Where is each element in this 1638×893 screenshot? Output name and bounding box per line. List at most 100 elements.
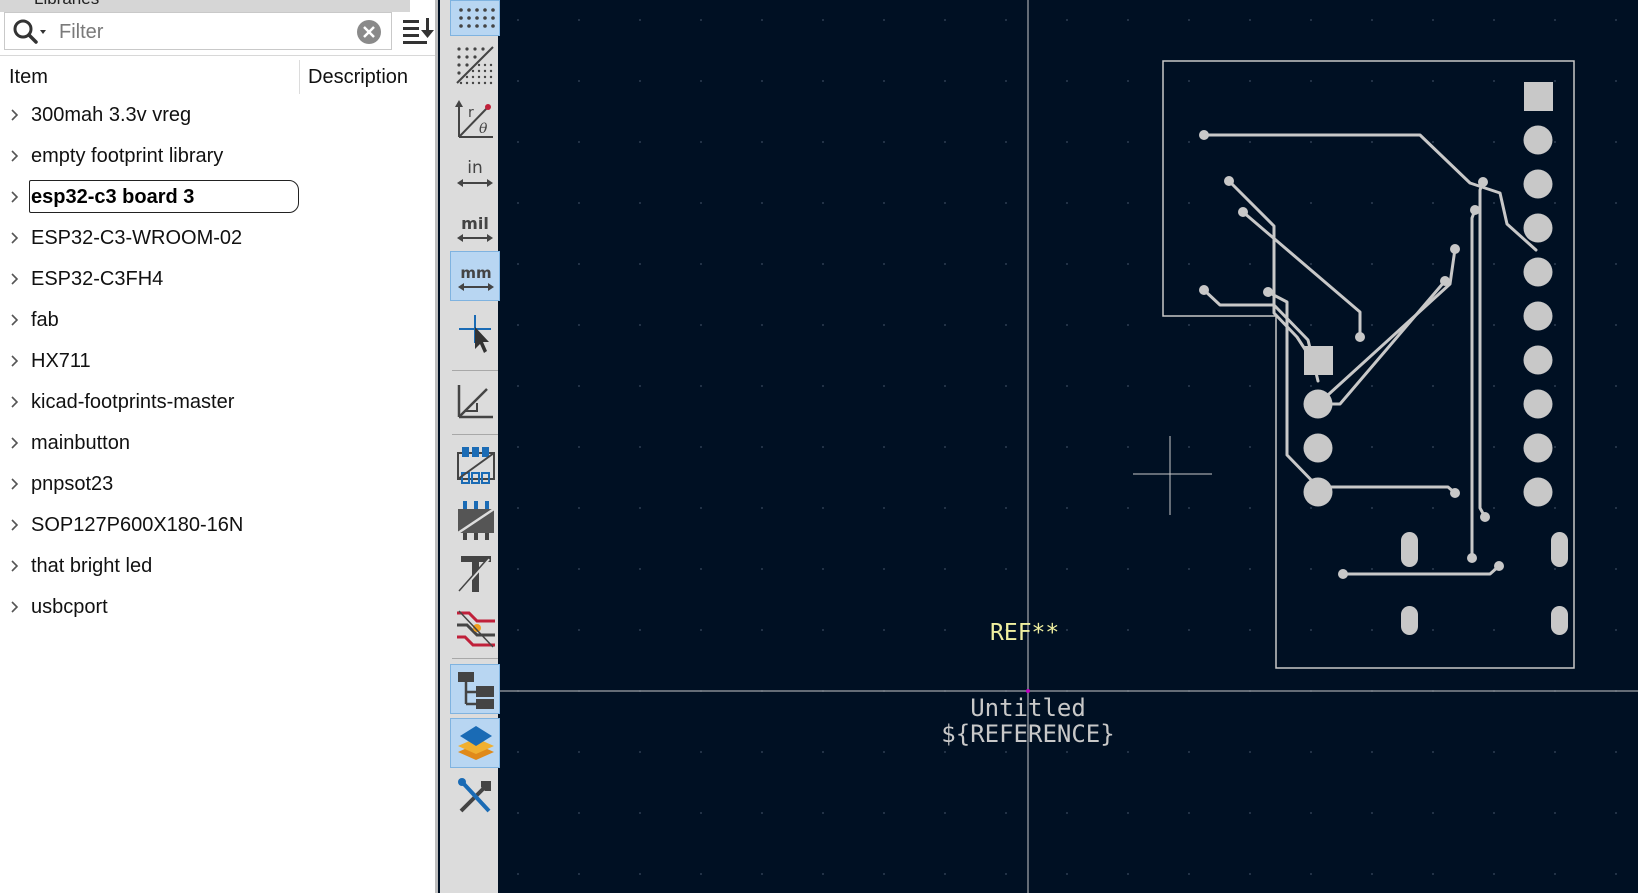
grid-dot — [1615, 751, 1617, 753]
grid-dot — [1188, 80, 1190, 82]
grid-dot — [1249, 751, 1251, 753]
grid-dot — [1310, 141, 1312, 143]
grid-dot — [1066, 202, 1068, 204]
grid-dot — [1188, 324, 1190, 326]
grid-dot — [822, 385, 824, 387]
reference-field-text[interactable]: ${REFERENCE} — [941, 720, 1114, 748]
grid-dot — [1432, 507, 1434, 509]
toolbar-separator — [452, 658, 498, 659]
grid-dot — [883, 568, 885, 570]
grid-dot — [1188, 202, 1190, 204]
library-tree-item[interactable]: SOP127P600X180-16N — [0, 507, 435, 545]
library-tree-item[interactable]: esp32-c3 board 3 — [0, 179, 435, 217]
grid-dot — [822, 873, 824, 875]
grid-dot — [1615, 385, 1617, 387]
pad-sketch-mode-icon — [457, 447, 495, 484]
library-tree-item[interactable]: pnpsot23 — [0, 466, 435, 504]
chevron-right-icon[interactable] — [10, 477, 20, 491]
units-millimeters-button[interactable]: mm — [450, 251, 500, 301]
column-divider[interactable] — [299, 60, 300, 94]
chevron-right-icon[interactable] — [10, 231, 20, 245]
chevron-right-icon[interactable] — [10, 354, 20, 368]
library-tree-item[interactable]: ESP32-C3-WROOM-02 — [0, 220, 435, 258]
grid-dot — [1432, 324, 1434, 326]
layers-manager-button[interactable] — [450, 718, 500, 768]
library-tree-item[interactable]: HX711 — [0, 343, 435, 381]
reference-designator[interactable]: REF** — [990, 620, 1059, 646]
angle-constraint-icon — [457, 385, 493, 419]
grid-dot — [517, 19, 519, 21]
grid-dot — [1188, 141, 1190, 143]
chevron-right-icon[interactable] — [10, 272, 20, 286]
pad-round — [1303, 433, 1333, 463]
column-header-item[interactable]: Item — [9, 66, 48, 89]
mils-label: mil — [461, 214, 489, 233]
library-tree-item[interactable]: mainbutton — [0, 425, 435, 463]
library-tree-item[interactable]: empty footprint library — [0, 138, 435, 176]
library-tree-item[interactable]: that bright led — [0, 548, 435, 586]
units-inches-button[interactable]: in — [450, 148, 500, 198]
sort-button[interactable] — [399, 12, 437, 50]
text-sketch-mode-button[interactable] — [450, 548, 500, 598]
library-tree-item-label: fab — [31, 309, 59, 331]
chevron-right-icon[interactable] — [10, 395, 20, 409]
grid-dot — [1554, 568, 1556, 570]
grid-overrides-button[interactable] — [450, 40, 500, 90]
grid-dot — [1615, 263, 1617, 265]
properties-manager-button[interactable] — [450, 772, 500, 822]
grid-dot — [1432, 385, 1434, 387]
chevron-right-icon[interactable] — [10, 518, 20, 532]
grid-dot — [1554, 812, 1556, 814]
library-tree-item[interactable]: kicad-footprints-master — [0, 384, 435, 422]
grid-icon — [459, 8, 495, 28]
filter-field[interactable] — [4, 12, 392, 50]
grid-dot — [761, 629, 763, 631]
library-tree-item[interactable]: ESP32-C3FH4 — [0, 261, 435, 299]
chevron-right-icon[interactable] — [10, 190, 20, 204]
grid-dot — [700, 141, 702, 143]
grid-dot — [761, 19, 763, 21]
units-mils-button[interactable]: mil — [450, 202, 500, 252]
chevron-right-icon[interactable] — [10, 313, 20, 327]
toggle-grid-button[interactable] — [450, 0, 500, 36]
origin-marker — [1026, 689, 1030, 693]
chevron-right-icon[interactable] — [10, 436, 20, 450]
grid-dot — [1249, 812, 1251, 814]
filter-input[interactable] — [57, 17, 343, 47]
footprint-tree-button[interactable] — [450, 664, 500, 714]
grid-dot — [578, 873, 580, 875]
text-sketch-mode-icon — [458, 556, 491, 594]
chevron-right-icon[interactable] — [10, 149, 20, 163]
clear-filter-icon[interactable] — [355, 18, 383, 46]
chevron-right-icon[interactable] — [10, 108, 20, 122]
grid-dot — [1432, 751, 1434, 753]
pad-sketch-mode-button[interactable] — [450, 440, 500, 490]
grid-dot — [517, 202, 519, 204]
polar-coordinates-button[interactable]: r θ — [450, 94, 500, 144]
via — [1467, 553, 1477, 563]
grid-dot — [1249, 263, 1251, 265]
library-tree-item[interactable]: fab — [0, 302, 435, 340]
grid-dot — [1310, 19, 1312, 21]
grid-dot — [517, 141, 519, 143]
grid-dot — [1249, 446, 1251, 448]
chevron-right-icon[interactable] — [10, 600, 20, 614]
grid-dot — [944, 80, 946, 82]
column-header-description[interactable]: Description — [308, 66, 408, 89]
value-text[interactable]: Untitled — [970, 694, 1086, 722]
via — [1263, 287, 1273, 297]
footprint-editor-canvas[interactable]: REF** Untitled ${REFERENCE} — [500, 0, 1638, 893]
search-icon[interactable] — [11, 18, 51, 46]
grid-dot — [1371, 19, 1373, 21]
grid-dot — [1005, 507, 1007, 509]
grid-dot — [883, 507, 885, 509]
pad-round — [1523, 125, 1553, 155]
full-crosshair-cursor-button[interactable] — [450, 310, 500, 360]
library-tree-item[interactable]: 300mah 3.3v vreg — [0, 97, 435, 135]
library-panel-title: Libraries — [34, 0, 99, 9]
chevron-right-icon[interactable] — [10, 559, 20, 573]
graphics-sketch-mode-button[interactable] — [450, 494, 500, 544]
angle-constraint-button[interactable] — [450, 376, 500, 426]
library-tree-item[interactable]: usbcport — [0, 589, 435, 627]
high-contrast-mode-button[interactable] — [450, 602, 500, 652]
